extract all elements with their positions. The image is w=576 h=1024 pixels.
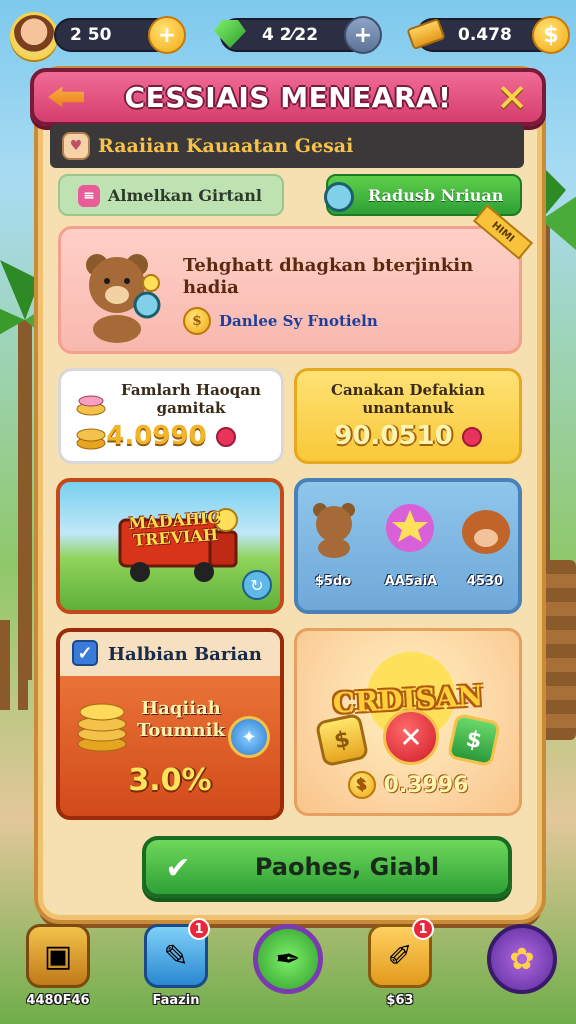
close-button[interactable]: ✕ xyxy=(492,76,532,120)
card-a-title: Famlarh Haoqan gamitak xyxy=(121,381,261,417)
gift-card-value: 3.0% xyxy=(128,763,212,798)
reward-card-a[interactable]: Famlarh Haoqan gamitak 4.0990 xyxy=(58,368,284,464)
close-icon: ✕ xyxy=(496,76,528,120)
star-pet-icon xyxy=(386,504,434,552)
notification-badge: 1 xyxy=(188,918,210,940)
dollar-coin-icon: $ xyxy=(314,712,370,768)
add-tickets-button[interactable]: $ xyxy=(532,16,570,54)
claim-button-label: Paohes, Giabl xyxy=(254,853,440,881)
truck-event-title: MADAHIC TREVIAH xyxy=(127,507,221,550)
dock-brush[interactable]: ✐ 1 $63 xyxy=(362,918,438,1008)
refresh-icon: ↻ xyxy=(250,575,264,595)
coin-icon: $ xyxy=(183,307,211,335)
claim-button[interactable]: ✔ Paohes, Giabl xyxy=(142,836,512,898)
featured-text: Tehghatt dhagkan bterjinkin hadia xyxy=(183,255,474,298)
dock-chest-label: 4480F46 xyxy=(26,993,90,1008)
pets-card[interactable]: $5do AA5aiA 4530 xyxy=(294,478,522,614)
gem-amount: 4 2⁄22 xyxy=(262,25,319,45)
gold-coins-icon xyxy=(77,703,127,752)
magnifier-icon xyxy=(324,182,354,212)
ticket-counter: 0.478 $ xyxy=(406,16,570,54)
card-b-title: Canakan Defakian unantanuk xyxy=(331,381,485,417)
pet-3-label: 4530 xyxy=(466,574,504,589)
add-gems-button[interactable]: + xyxy=(344,16,382,54)
dialog-subtitle-bar: ♥ Raaiian Kauaatan Gesai xyxy=(50,124,524,168)
bottom-dock: ▣ 4480F46 ✎ 1 Faazin ✒ ✐ 1 $63 ✿ xyxy=(0,918,576,1024)
tab-right-label: Radusb Nriuan xyxy=(368,185,504,205)
card-b-value: 90.0510 xyxy=(297,421,519,451)
tag-icon: ≡ xyxy=(78,185,100,207)
dock-chest[interactable]: ▣ 4480F46 xyxy=(20,924,96,1008)
card-a-value: 4.0990 xyxy=(61,421,281,451)
hamster-pet-icon xyxy=(462,510,510,554)
gem-icon xyxy=(210,14,250,54)
tab-left-label: Almelkan Girtanl xyxy=(108,185,262,205)
cancel-button[interactable]: ✕ xyxy=(383,709,439,765)
cash-icon: $ xyxy=(446,712,502,768)
dialog-title-bar: CESSIAIS MENEARA! ✕ xyxy=(30,68,546,126)
gem-badge-icon[interactable]: ✦ xyxy=(228,716,270,758)
ticket-amount: 0.478 xyxy=(458,25,512,45)
checkmark-icon: ✔ xyxy=(165,850,191,886)
heart-icon: ♥ xyxy=(62,132,90,160)
featured-offer-card[interactable]: Tehghatt dhagkan bterjinkin hadia $ Danl… xyxy=(58,204,534,354)
feather-orb-icon: ✒ xyxy=(253,924,323,994)
gear-flower-icon: ✿ xyxy=(487,924,557,994)
close-icon: ✕ xyxy=(399,720,423,754)
coin-icon: $ xyxy=(347,771,376,799)
featured-reward: $ Danlee Sy Fnotieln xyxy=(183,307,378,335)
featured-sub-label: Danlee Sy Fnotieln xyxy=(219,312,378,330)
dock-center[interactable]: ✒ xyxy=(250,924,326,1006)
gift-card-header-label: Halbian Barian xyxy=(108,643,262,665)
fence-left xyxy=(0,620,40,710)
coin-amount: 2 50 xyxy=(70,25,112,45)
treasure-chest-icon: ▣ xyxy=(26,924,90,988)
coin-counter: 2 50 + xyxy=(54,16,186,54)
ruby-icon xyxy=(215,426,236,447)
dialog-title: CESSIAIS MENEARA! xyxy=(124,80,452,114)
resource-bar: 2 50 + 4 2⁄22 + 0.478 $ xyxy=(8,8,570,60)
checkbox-icon[interactable]: ✓ xyxy=(72,640,98,666)
jackpot-value: $ 0.3996 xyxy=(297,771,519,799)
truck-event-card[interactable]: MADAHIC TREVIAH ↻ xyxy=(56,478,284,614)
gift-card-text: Haqiiah Toumnik xyxy=(137,698,225,741)
add-coins-button[interactable]: + xyxy=(148,16,186,54)
refresh-button[interactable]: ↻ xyxy=(242,570,272,600)
card-b-amount: 90.0510 xyxy=(334,421,453,451)
notification-badge: 1 xyxy=(412,918,434,940)
tab-left[interactable]: ≡ Almelkan Girtanl xyxy=(58,174,284,216)
fence-right xyxy=(536,560,576,740)
dock-pencil[interactable]: ✎ 1 Faazin xyxy=(138,918,214,1008)
ruby-icon xyxy=(461,426,482,447)
dock-pencil-label: Faazin xyxy=(152,993,200,1008)
player-avatar[interactable] xyxy=(10,12,58,60)
pet-1-label: $5do xyxy=(314,574,352,589)
bear-mascot-icon xyxy=(86,254,161,343)
gem-counter: 4 2⁄22 + xyxy=(214,16,382,54)
ticket-icon xyxy=(406,14,446,54)
back-arrow-icon[interactable] xyxy=(48,86,84,108)
jackpot-card[interactable]: CRDISAN $ ✕ $ $ 0.3996 xyxy=(294,628,522,816)
card-a-amount: 4.0990 xyxy=(106,421,207,451)
gift-card-header: ✓ Halbian Barian xyxy=(60,632,280,676)
gift-card[interactable]: ✓ Halbian Barian Haqiiah Toumnik ✦ 3.0% xyxy=(56,628,284,820)
reward-card-b[interactable]: Canakan Defakian unantanuk 90.0510 xyxy=(294,368,522,464)
bear-pet-icon xyxy=(313,503,355,558)
jackpot-amount: 0.3996 xyxy=(383,772,469,798)
dock-brush-label: $63 xyxy=(386,993,414,1008)
dialog-subtitle: Raaiian Kauaatan Gesai xyxy=(98,135,354,157)
dock-settings[interactable]: ✿ xyxy=(484,924,560,1006)
pet-2-label: AA5aiA xyxy=(384,574,438,589)
